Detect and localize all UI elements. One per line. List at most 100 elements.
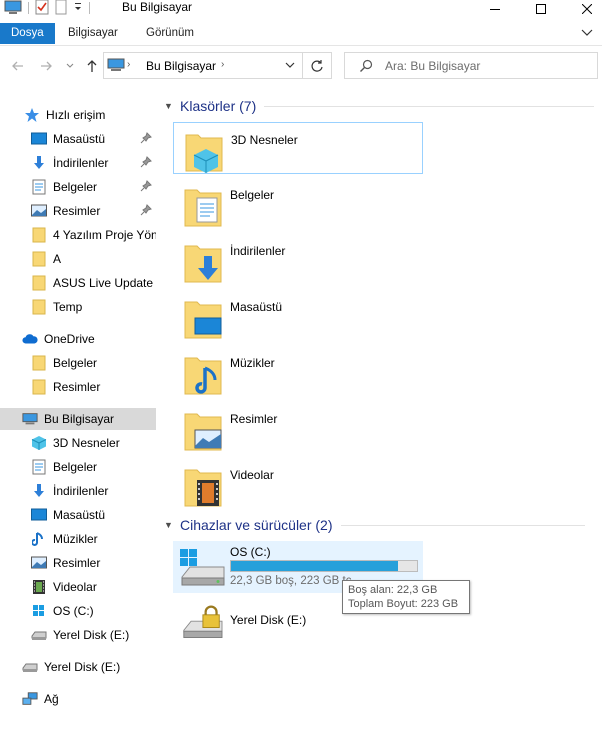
sidebar-item-folder[interactable]: 4 Yazılım Proje Yöne (0, 224, 156, 246)
tab-gorunum[interactable]: Görünüm (136, 23, 204, 43)
chevron-right-icon[interactable]: › (127, 59, 130, 70)
address-bar[interactable]: › Bu Bilgisayar › (103, 52, 303, 79)
sidebar-item-drive-e-root[interactable]: Yerel Disk (E:) (0, 656, 156, 678)
sidebar-item-downloads[interactable]: İndirilenler (0, 152, 156, 174)
minimize-button[interactable] (472, 0, 518, 18)
pin-icon[interactable] (140, 180, 152, 195)
sidebar-item-label: ASUS Live Update (53, 276, 154, 290)
customize-toolbar-icon[interactable] (73, 0, 83, 17)
recent-locations-button[interactable] (60, 56, 80, 76)
sidebar-item-downloads[interactable]: İndirilenler (0, 480, 156, 502)
folder-pictures-icon (184, 413, 222, 451)
sidebar-item-documents[interactable]: Belgeler (0, 176, 156, 198)
sidebar-item-folder[interactable]: Temp (0, 296, 156, 318)
folder-videos-icon (184, 469, 222, 507)
sidebar-item-label: Yerel Disk (E:) (44, 660, 121, 674)
sidebar-item-pictures[interactable]: Resimler (0, 552, 156, 574)
search-box[interactable]: Ara: Bu Bilgisayar (344, 52, 598, 79)
sidebar-item-folder[interactable]: Resimler (0, 376, 156, 398)
breadcrumb-this-pc[interactable]: Bu Bilgisayar (146, 59, 216, 73)
folder-icon (31, 299, 47, 315)
sidebar-item-folder[interactable]: Belgeler (0, 352, 156, 374)
tooltip-total-size: Toplam Boyut: 223 GB (348, 598, 459, 610)
folder-tile-downloads[interactable]: İndirilenler (173, 234, 423, 286)
folder-tile-pictures[interactable]: Resimler (173, 402, 423, 454)
desktop-icon (31, 507, 47, 523)
drive-name: OS (C:) (230, 545, 271, 559)
sidebar-item-label: Resimler (53, 556, 101, 570)
sidebar-item-folder[interactable]: A (0, 248, 156, 270)
sidebar-item-quick-access[interactable]: Hızlı erişim (0, 104, 156, 126)
group-header-label: Cihazlar ve sürücüler (2) (180, 517, 333, 533)
sidebar-item-this-pc[interactable]: Bu Bilgisayar (0, 408, 156, 430)
pin-icon[interactable] (140, 132, 152, 147)
tab-dosya[interactable]: Dosya (0, 23, 55, 44)
arrow-right-icon (41, 61, 52, 71)
sidebar-item-label: Bu Bilgisayar (44, 412, 115, 426)
pictures-icon (31, 203, 47, 219)
chevron-down-icon (581, 29, 593, 36)
folder-tile-music[interactable]: Müzikler (173, 346, 423, 398)
sidebar-item-label: Belgeler (53, 180, 98, 194)
toolbar-separator (89, 2, 90, 14)
sidebar-item-label: Belgeler (53, 460, 98, 474)
computer-icon[interactable] (4, 0, 22, 17)
sidebar-item-folder[interactable]: ASUS Live Update (0, 272, 156, 294)
ribbon: Dosya Bilgisayar Görünüm (0, 20, 602, 46)
group-header-folders[interactable]: ▼ Klasörler (7) (164, 96, 600, 116)
divider (340, 524, 585, 526)
sidebar-item-label: Belgeler (53, 356, 98, 370)
sidebar-item-pictures[interactable]: Resimler (0, 200, 156, 222)
navigation-pane: Hızlı erişim Masaüstü İndirilenler Belge… (0, 92, 156, 739)
sidebar-item-documents[interactable]: Belgeler (0, 456, 156, 478)
sidebar-item-drive-e[interactable]: Yerel Disk (E:) (0, 624, 156, 646)
search-input[interactable]: Ara: Bu Bilgisayar (385, 59, 480, 73)
tab-bilgisayar[interactable]: Bilgisayar (58, 23, 128, 43)
chevron-down-icon (285, 62, 295, 68)
download-arrow-icon (31, 155, 47, 171)
back-button[interactable] (8, 56, 28, 76)
group-header-devices[interactable]: ▼ Cihazlar ve sürücüler (2) (164, 515, 600, 535)
forward-button[interactable] (36, 56, 56, 76)
sidebar-item-network[interactable]: Ağ (0, 688, 156, 710)
chevron-down-icon[interactable]: ▼ (164, 520, 176, 530)
download-arrow-icon (31, 483, 47, 499)
close-icon (582, 4, 592, 14)
computer-icon (107, 58, 125, 75)
folder-tile-3d-objects[interactable]: 3D Nesneler (173, 122, 423, 174)
chevron-down-icon[interactable]: ▼ (164, 101, 176, 111)
window-title: Bu Bilgisayar (122, 0, 193, 14)
new-folder-icon[interactable] (55, 0, 67, 18)
sidebar-item-drive-c[interactable]: OS (C:) (0, 600, 156, 622)
refresh-button[interactable] (303, 52, 332, 79)
chevron-right-icon[interactable]: › (221, 59, 224, 70)
sidebar-item-label: Masaüstü (53, 508, 106, 522)
sidebar-item-desktop[interactable]: Masaüstü (0, 128, 156, 150)
sidebar-item-label: Yerel Disk (E:) (53, 628, 130, 642)
sidebar-item-label: Ağ (44, 692, 59, 706)
cloud-icon (22, 331, 38, 347)
sidebar-item-label: OneDrive (44, 332, 95, 346)
desktop-icon (31, 131, 47, 147)
sidebar-item-music[interactable]: Müzikler (0, 528, 156, 550)
address-dropdown-button[interactable] (284, 59, 296, 74)
sidebar-item-onedrive[interactable]: OneDrive (0, 328, 156, 350)
sidebar-item-videos[interactable]: Videolar (0, 576, 156, 598)
sidebar-item-3d-objects[interactable]: 3D Nesneler (0, 432, 156, 454)
up-button[interactable] (82, 56, 102, 76)
sidebar-item-label: İndirilenler (53, 156, 109, 170)
properties-icon[interactable] (35, 0, 49, 18)
close-button[interactable] (564, 0, 602, 18)
pin-icon[interactable] (140, 156, 152, 171)
folder-tile-desktop[interactable]: Masaüstü (173, 290, 423, 342)
folder-tile-videos[interactable]: Videolar (173, 458, 423, 510)
sidebar-item-label: Temp (53, 300, 83, 314)
sidebar-item-label: Hızlı erişim (46, 108, 106, 122)
pin-icon[interactable] (140, 204, 152, 219)
expand-ribbon-button[interactable] (580, 25, 594, 39)
film-icon (31, 579, 47, 595)
sidebar-item-desktop[interactable]: Masaüstü (0, 504, 156, 526)
maximize-button[interactable] (518, 0, 564, 18)
star-icon (24, 107, 40, 123)
folder-tile-documents[interactable]: Belgeler (173, 178, 423, 230)
